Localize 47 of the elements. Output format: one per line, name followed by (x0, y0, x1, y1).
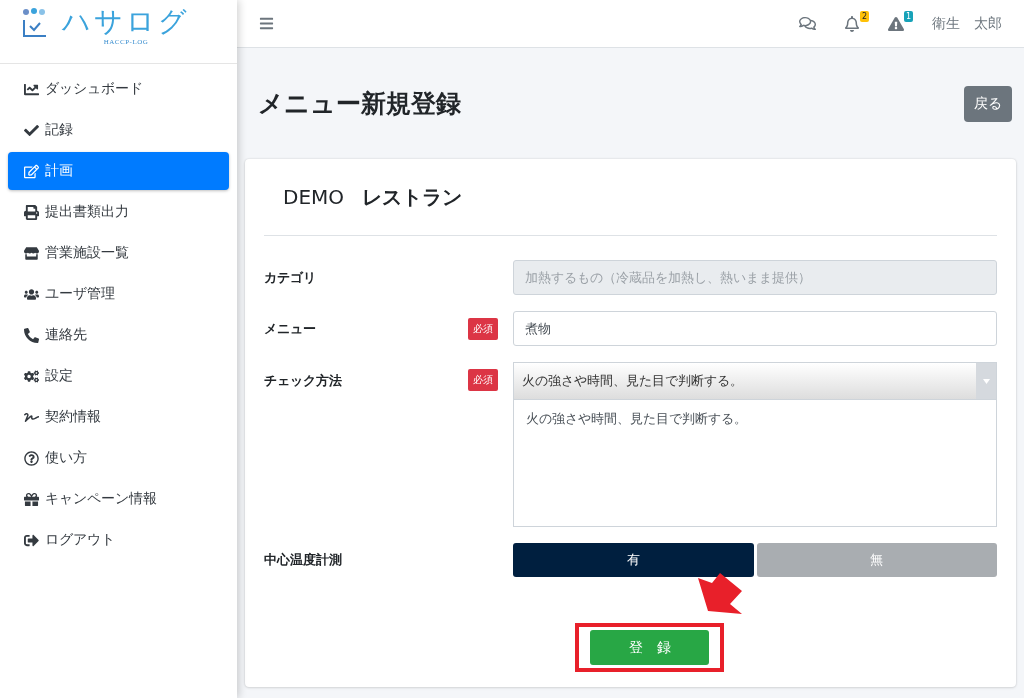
sidebar-item[interactable]: 契約情報 (8, 398, 229, 436)
store-name: レストラン (362, 183, 463, 211)
store-icon (24, 245, 39, 261)
user-name[interactable]: 衛生 太郎 (932, 14, 1002, 33)
chat-icon[interactable] (799, 15, 816, 32)
gift-icon (24, 491, 39, 507)
sidebar-item[interactable]: 計画 (8, 152, 229, 190)
page-title: メニュー新規登録 (258, 88, 461, 120)
chart-icon (24, 81, 39, 97)
printer-icon (24, 204, 39, 220)
caret-icon (982, 378, 990, 384)
sidebar-item[interactable]: キャンペーン情報 (8, 480, 229, 518)
field-label: 中心温度計測 (264, 551, 343, 569)
sidebar-item[interactable]: ユーザ管理 (8, 275, 229, 313)
count-badge: 2 (859, 10, 869, 22)
question-icon (24, 450, 39, 466)
required-badge: 必須 (468, 317, 498, 340)
count-badge: 1 (903, 10, 913, 22)
pointer-arrow (698, 573, 742, 614)
check-icon (24, 122, 39, 138)
phone-icon (24, 327, 39, 343)
sidebar-item[interactable]: 使い方 (8, 439, 229, 477)
sidebar-item[interactable]: 記録 (8, 111, 229, 149)
sidebar-item[interactable]: 提出書類出力 (8, 193, 229, 231)
field-label: メニュー (264, 319, 317, 338)
sidebar-item[interactable]: ダッシュボード (8, 70, 229, 108)
logout-icon (24, 532, 39, 548)
sidebar-item[interactable]: 連絡先 (8, 316, 229, 354)
bell-icon[interactable] (844, 15, 860, 32)
gears-icon (24, 368, 39, 384)
toggle-option[interactable]: 有 (513, 543, 754, 577)
text-area[interactable]: 火の強さや時間、見た目で判断する。 (513, 400, 997, 527)
sidebar-item[interactable]: 営業施設一覧 (8, 234, 229, 272)
store-prefix: DEMO (283, 185, 345, 209)
text-field[interactable]: 煮物 (513, 311, 997, 346)
sidebar-item[interactable]: ログアウト (8, 521, 229, 559)
warning-icon[interactable] (888, 15, 904, 32)
field-label: チェック方法 (264, 372, 343, 390)
users-icon (24, 286, 39, 302)
edit-icon (24, 163, 39, 179)
menu-icon[interactable] (259, 16, 274, 31)
dropdown[interactable]: 火の強さや時間、見た目で判断する。 (513, 362, 997, 400)
field-label: カテゴリ (264, 268, 317, 287)
back-button[interactable]: 戻る (964, 85, 1012, 122)
logo-text: ハサログ (62, 6, 190, 38)
required-badge: 必須 (468, 369, 498, 391)
sidebar-item[interactable]: 設定 (8, 357, 229, 395)
